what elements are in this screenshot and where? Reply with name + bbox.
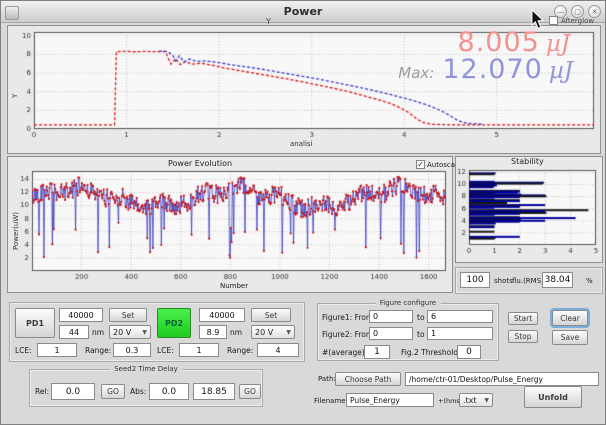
pd1-voltage-dropdown[interactable]: 20 V ▼ (109, 325, 151, 339)
power-window: Power — ▢ ✕ Afterglow Y Y analisi 8.005 … (0, 0, 606, 425)
pd1-gain-field[interactable] (59, 308, 103, 322)
save-button[interactable]: Save (552, 330, 588, 345)
stop-button[interactable]: Stop (508, 330, 538, 343)
figure1-title: Y (266, 17, 271, 26)
pd1-button[interactable]: PD1 (15, 308, 55, 338)
pd2-set-button[interactable]: Set (251, 308, 291, 322)
shots-label: shots (494, 277, 513, 285)
pd1-voltage-value: 20 V (113, 328, 131, 337)
figure-configure-title: Figure configure (376, 299, 441, 307)
afterglow-checkbox[interactable] (549, 16, 558, 25)
figure2-plot (8, 157, 452, 292)
pd2-range-label: Range: (227, 346, 253, 355)
figure2-range-label: Figure2: From (322, 330, 373, 339)
figure2-title: Power Evolution (168, 159, 232, 168)
abs2-field[interactable] (193, 383, 235, 400)
pd1-set-button[interactable]: Set (109, 308, 147, 322)
figure1-xlabel: analisi (290, 140, 313, 148)
pd2-button[interactable]: PD2 (157, 308, 191, 338)
path-label: Path: (318, 375, 336, 383)
titlebar: Power — ▢ ✕ (1, 1, 605, 23)
average-label: #(average): (322, 348, 367, 357)
pd2-gain-field[interactable] (199, 308, 245, 322)
max-prefix: Max: (398, 64, 434, 82)
pd2-nm-label: nm (230, 328, 242, 337)
pd2-lce-field[interactable] (179, 343, 219, 357)
path-field[interactable] (405, 372, 599, 386)
pd1-lce-label: LCE: (15, 346, 32, 355)
stability-panel: Stability (455, 156, 603, 263)
pd1-range-field[interactable] (113, 343, 151, 357)
threshold-label: Fig.2 Threshold: (401, 348, 461, 357)
unfold-button[interactable]: Unfold (524, 386, 582, 408)
max-readout: Max: 12.070 µJ (398, 54, 573, 85)
pd1-nm-label: nm (92, 328, 104, 337)
clear-button[interactable]: Clear (552, 310, 588, 326)
seed2-title: Seed2 Time Delay (110, 365, 182, 373)
abs-label: Abs: (130, 387, 146, 396)
pd2-range-field[interactable] (257, 343, 299, 357)
figure1-ylabel: Y (11, 94, 19, 98)
choose-path-button[interactable]: Choose Path (335, 372, 401, 386)
figure1-range-label: Figure1: From (322, 313, 373, 322)
pd2-voltage-value: 20 V (255, 328, 273, 337)
pd2-wavelength-field[interactable] (199, 325, 227, 339)
figure2-ylabel: Power(uW) (12, 212, 20, 250)
window-title: Power (1, 1, 605, 22)
pd1-lce-field[interactable] (37, 343, 77, 357)
extension-dropdown[interactable]: .txt ▼ (459, 393, 493, 407)
filename-label: Filename: (314, 397, 348, 405)
rel-go-button[interactable]: GO (101, 384, 125, 399)
pd2-voltage-dropdown[interactable]: 20 V ▼ (251, 325, 295, 339)
rel-label: Rel: (35, 387, 49, 396)
to-label-1: to (417, 313, 425, 322)
max-unit: µJ (549, 58, 573, 84)
chevron-down-icon: ▼ (142, 329, 147, 336)
max-value: 12.070 (442, 54, 542, 85)
figure2-xlabel: Number (220, 282, 248, 290)
chevron-down-icon: ▼ (484, 397, 489, 404)
figure1-panel: Y Y analisi 8.005 µJ Max: 12.070 µJ (7, 25, 601, 154)
abs-go-button[interactable]: GO (239, 384, 261, 399)
chevron-down-icon: ▼ (286, 329, 291, 336)
rms-field[interactable] (542, 272, 573, 288)
afterglow-label: Afterglow (561, 17, 594, 25)
filename-field[interactable] (346, 393, 434, 407)
check-icon: ✓ (417, 160, 424, 169)
figure2-to-field[interactable] (427, 327, 493, 340)
pd1-range-label: Range: (85, 346, 111, 355)
rel-field[interactable] (51, 383, 95, 400)
extension-value: .txt (463, 396, 477, 405)
average-field[interactable] (364, 345, 390, 359)
stability-plot (456, 157, 602, 262)
start-button[interactable]: Start (508, 312, 538, 325)
figure2-panel: Power Evolution ✓ Autoscale Power(uW) Nu… (7, 156, 453, 293)
figure1-to-field[interactable] (427, 310, 493, 323)
percent-label: % (586, 277, 593, 285)
shots-field[interactable] (460, 272, 490, 288)
autoscale-checkbox[interactable]: ✓ (416, 160, 425, 169)
mouse-cursor (531, 9, 545, 30)
abs-field[interactable] (149, 383, 189, 400)
stability-title: Stability (511, 157, 544, 166)
figure2-from-field[interactable] (369, 327, 413, 340)
to-label-2: to (417, 330, 425, 339)
pd2-lce-label: LCE: (157, 346, 174, 355)
pd1-wavelength-field[interactable] (59, 325, 89, 339)
figure1-from-field[interactable] (369, 310, 413, 323)
threshold-field[interactable] (457, 345, 481, 359)
